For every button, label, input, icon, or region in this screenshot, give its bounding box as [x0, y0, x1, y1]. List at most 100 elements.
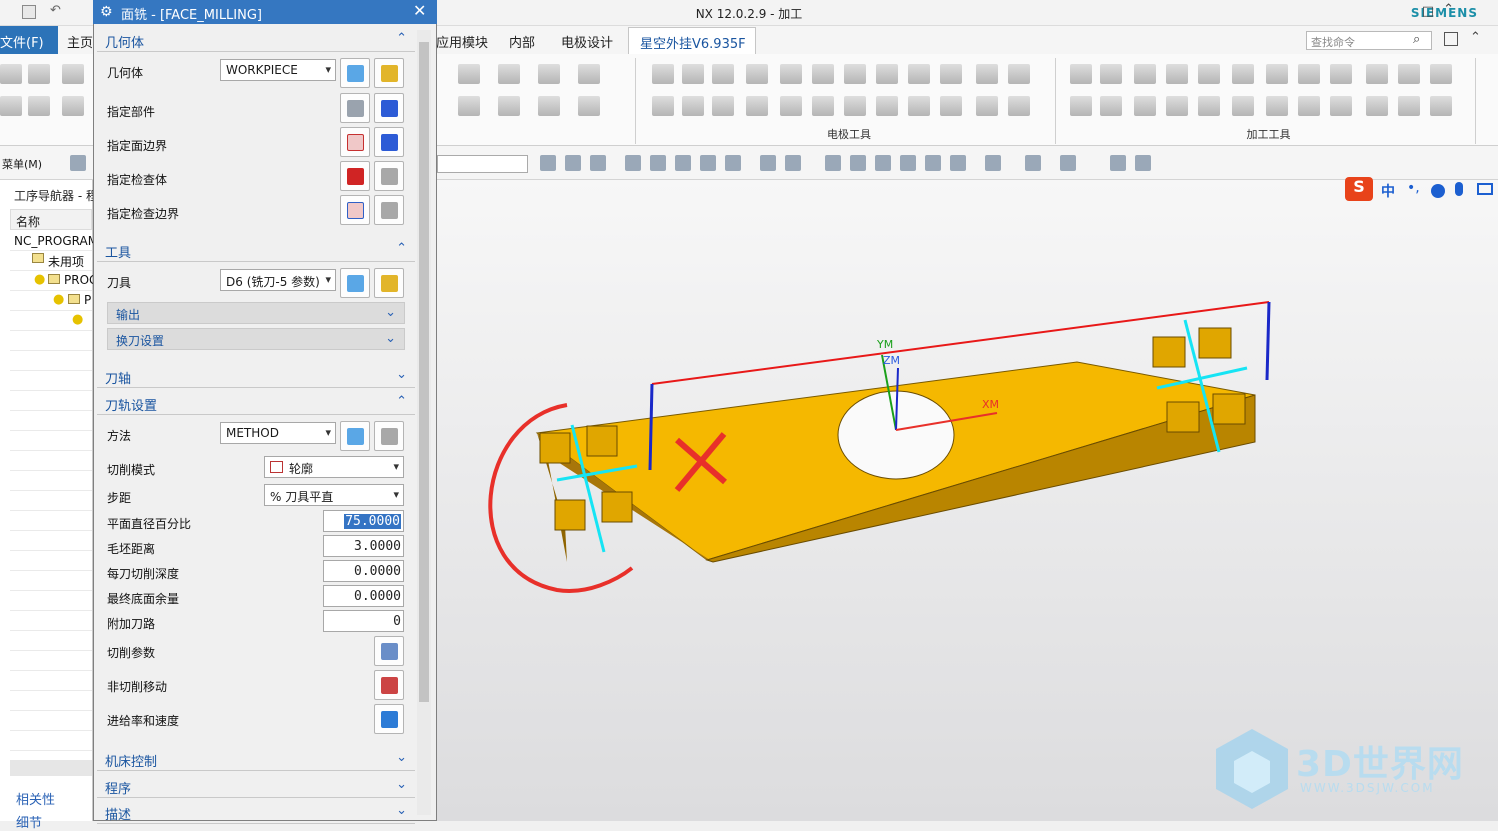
toolbar-tool-icon[interactable]: [540, 155, 556, 171]
toolbar-tool-icon[interactable]: [985, 155, 1001, 171]
ribbon-tool-icon[interactable]: [1330, 96, 1352, 116]
ribbon-tool-icon[interactable]: [712, 96, 734, 116]
ribbon-tool-icon[interactable]: [1266, 96, 1288, 116]
ribbon-tool-icon[interactable]: [62, 64, 84, 84]
ribbon-tool-icon[interactable]: [1366, 64, 1388, 84]
ribbon-tool-icon[interactable]: [652, 96, 674, 116]
dialog-scroll-thumb[interactable]: [419, 42, 429, 702]
show-check-boundary-button[interactable]: [374, 195, 404, 225]
ribbon-tool-icon[interactable]: [1266, 64, 1288, 84]
non-cutting-moves-button[interactable]: [374, 670, 404, 700]
toolbar-tool-icon[interactable]: [70, 155, 86, 171]
ribbon-tool-icon[interactable]: [1008, 96, 1030, 116]
ribbon-tool-icon[interactable]: [1134, 64, 1156, 84]
search-icon[interactable]: ⌕: [1413, 32, 1420, 47]
show-face-boundary-button[interactable]: [374, 127, 404, 157]
ribbon-tool-icon[interactable]: [812, 64, 834, 84]
section-machine-control[interactable]: 机床控制 ⌄: [97, 747, 415, 771]
blank-distance-input[interactable]: 3.0000: [323, 535, 404, 557]
toolbar-tool-icon[interactable]: [590, 155, 606, 171]
ribbon-tool-icon[interactable]: [1198, 96, 1220, 116]
geometry-dropdown[interactable]: WORKPIECE: [220, 59, 336, 81]
ribbon-tool-icon[interactable]: [0, 64, 22, 84]
ribbon-tool-icon[interactable]: [1366, 96, 1388, 116]
specify-part-button[interactable]: [340, 93, 370, 123]
geometry-edit-button[interactable]: [374, 58, 404, 88]
method-edit-button[interactable]: [374, 421, 404, 451]
ribbon-tool-icon[interactable]: [908, 96, 930, 116]
tab-home[interactable]: 主页: [67, 32, 93, 51]
section-path-settings[interactable]: 刀轨设置 ⌃: [97, 391, 415, 415]
navigator-column-header[interactable]: 名称: [10, 209, 92, 230]
ribbon-tool-icon[interactable]: [538, 64, 560, 84]
ribbon-tool-icon[interactable]: [940, 96, 962, 116]
ribbon-tool-icon[interactable]: [1100, 96, 1122, 116]
toolbar-tool-icon[interactable]: [625, 155, 641, 171]
ribbon-tool-icon[interactable]: [1430, 64, 1452, 84]
ribbon-tool-icon[interactable]: [682, 96, 704, 116]
ribbon-tool-icon[interactable]: [458, 64, 480, 84]
keyboard-icon[interactable]: [1477, 183, 1493, 195]
stepover-dropdown[interactable]: % 刀具平直: [264, 484, 404, 506]
tool-dropdown[interactable]: D6 (铣刀-5 参数): [220, 269, 336, 291]
section-geometry[interactable]: 几何体 ⌃: [97, 28, 415, 52]
ribbon-tool-icon[interactable]: [812, 96, 834, 116]
method-dropdown[interactable]: METHOD: [220, 422, 336, 444]
ribbon-tool-icon[interactable]: [1070, 96, 1092, 116]
feeds-speeds-button[interactable]: [374, 704, 404, 734]
ribbon-tool-icon[interactable]: [1166, 64, 1188, 84]
ribbon-tool-icon[interactable]: [746, 64, 768, 84]
cut-mode-dropdown[interactable]: 轮廓: [264, 456, 404, 478]
navigator-scrollbar[interactable]: [10, 760, 92, 776]
toolbar-tool-icon[interactable]: [565, 155, 581, 171]
undo-icon[interactable]: ↶: [50, 3, 64, 18]
flat-diameter-percent-input[interactable]: 75.0000: [323, 510, 404, 532]
toolbar-tool-icon[interactable]: [900, 155, 916, 171]
toolbar-tool-icon[interactable]: [700, 155, 716, 171]
toolbar-tool-icon[interactable]: [950, 155, 966, 171]
ribbon-tool-icon[interactable]: [1232, 96, 1254, 116]
ime-chinese-toggle[interactable]: 中: [1381, 181, 1395, 201]
ribbon-tool-icon[interactable]: [712, 64, 734, 84]
geometry-new-button[interactable]: [340, 58, 370, 88]
ribbon-tool-icon[interactable]: [578, 64, 600, 84]
toolbar-tool-icon[interactable]: [850, 155, 866, 171]
tab-xingkong-plugin[interactable]: 星空外挂V6.935F: [628, 27, 756, 54]
window-icon[interactable]: [1444, 32, 1458, 46]
ribbon-tool-icon[interactable]: [0, 96, 22, 116]
minimize-icon[interactable]: □: [1422, 4, 1434, 19]
ribbon-tool-icon[interactable]: [876, 64, 898, 84]
ribbon-tool-icon[interactable]: [1166, 96, 1188, 116]
punctuation-icon[interactable]: •,: [1407, 180, 1420, 196]
ribbon-tool-icon[interactable]: [682, 64, 704, 84]
toolbar-tool-icon[interactable]: [675, 155, 691, 171]
ribbon-tool-icon[interactable]: [1330, 64, 1352, 84]
final-floor-stock-input[interactable]: 0.0000: [323, 585, 404, 607]
tab-electrode-design[interactable]: 电极设计: [561, 32, 613, 51]
ribbon-tool-icon[interactable]: [1298, 64, 1320, 84]
specify-check-body-button[interactable]: [340, 161, 370, 191]
section-tool-axis[interactable]: 刀轴 ⌄: [97, 364, 415, 388]
tab-applications[interactable]: 应用模块: [436, 32, 488, 51]
selection-filter-dropdown[interactable]: [437, 155, 528, 173]
additional-passes-input[interactable]: 0: [323, 610, 404, 632]
ime-logo-icon[interactable]: S: [1345, 177, 1373, 201]
ribbon-tool-icon[interactable]: [746, 96, 768, 116]
collapse-ribbon-icon[interactable]: ⌃: [1470, 30, 1481, 45]
ribbon-tool-icon[interactable]: [780, 64, 802, 84]
method-new-button[interactable]: [340, 421, 370, 451]
microphone-icon[interactable]: [1455, 182, 1463, 196]
ribbon-tool-icon[interactable]: [1100, 64, 1122, 84]
ribbon-tool-icon[interactable]: [28, 96, 50, 116]
ribbon-tool-icon[interactable]: [498, 64, 520, 84]
tree-item-unused[interactable]: 未用项: [48, 253, 84, 270]
toolbar-tool-icon[interactable]: [1135, 155, 1151, 171]
toolbar-tool-icon[interactable]: [825, 155, 841, 171]
ribbon-tool-icon[interactable]: [1298, 96, 1320, 116]
ribbon-tool-icon[interactable]: [844, 64, 866, 84]
show-part-button[interactable]: [374, 93, 404, 123]
emoji-icon[interactable]: [1431, 184, 1445, 198]
ribbon-tool-icon[interactable]: [1398, 96, 1420, 116]
toolbar-tool-icon[interactable]: [785, 155, 801, 171]
specify-face-boundary-button[interactable]: [340, 127, 370, 157]
